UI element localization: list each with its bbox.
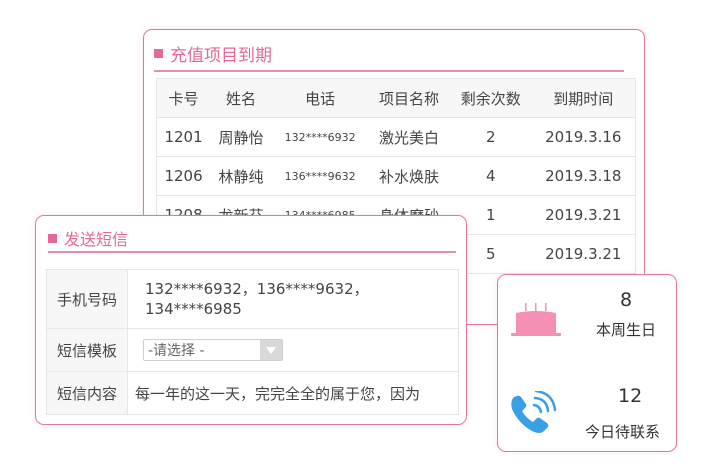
cell-name: 周静怡 <box>210 117 273 157</box>
cell-expiry: 2019.3.16 <box>531 117 636 157</box>
contact-label: 今日待联系 <box>585 423 661 441</box>
cell-phone: 136****9632 <box>272 156 369 196</box>
phone-icon <box>511 391 557 433</box>
stats-panel: 8 本周生日 12 今日待联系 <box>497 274 677 452</box>
birthday-label: 本周生日 <box>596 321 657 339</box>
cell-card-no: 1201 <box>156 117 211 157</box>
content-row: 短信内容 每一年的这一天，完完全全的属于您，因为 <box>46 371 459 415</box>
cell-project: 激光美白 <box>368 117 450 157</box>
sms-panel-title: 发送短信 <box>48 226 128 250</box>
title-divider <box>154 70 624 72</box>
cell-project: 补水焕肤 <box>368 156 450 196</box>
chevron-down-icon[interactable] <box>260 340 282 360</box>
title-square-icon <box>48 233 57 243</box>
cell-remaining: 4 <box>449 156 532 196</box>
cell-phone: 132****6932 <box>272 117 369 157</box>
birthday-cake-icon <box>511 303 561 336</box>
title-square-icon <box>154 49 163 58</box>
template-label: 短信模板 <box>46 328 128 372</box>
cell-expiry: 2019.3.18 <box>531 156 636 196</box>
template-row: 短信模板 -请选择 - <box>46 328 459 372</box>
phone-numbers-field[interactable]: 132****6932，136****9632，134****6985 <box>127 269 459 329</box>
phone-row: 手机号码 132****6932，136****9632，134****6985 <box>46 269 459 329</box>
header-phone: 电话 <box>272 78 369 118</box>
header-remaining: 剩余次数 <box>449 78 532 118</box>
cell-expiry: 2019.3.21 <box>531 234 636 274</box>
template-select[interactable]: -请选择 - <box>143 339 283 361</box>
title-divider <box>48 251 456 253</box>
sms-content-field[interactable]: 每一年的这一天，完完全全的属于您，因为 <box>127 371 459 415</box>
content-label: 短信内容 <box>46 371 128 415</box>
table-row[interactable]: 1201 周静怡 132****6932 激光美白 2 2019.3.16 <box>156 117 636 157</box>
birthday-count: 8 <box>620 289 633 311</box>
cell-expiry: 2019.3.21 <box>531 195 636 235</box>
cell-card-no: 1206 <box>156 156 211 196</box>
send-sms-panel: 发送短信 手机号码 132****6932，136****9632，134***… <box>35 215 467 425</box>
header-card-no: 卡号 <box>156 78 211 118</box>
table-row[interactable]: 1206 林静纯 136****9632 补水焕肤 4 2019.3.18 <box>156 156 636 196</box>
header-project: 项目名称 <box>368 78 450 118</box>
header-expiry: 到期时间 <box>531 78 636 118</box>
recharge-panel-title: 充值项目到期 <box>154 41 272 66</box>
table-header-row: 卡号 姓名 电话 项目名称 剩余次数 到期时间 <box>156 78 636 118</box>
header-name: 姓名 <box>210 78 273 118</box>
sms-form: 手机号码 132****6932，136****9632，134****6985… <box>46 269 459 415</box>
cell-remaining: 2 <box>449 117 532 157</box>
cell-name: 林静纯 <box>210 156 273 196</box>
phone-label: 手机号码 <box>46 269 128 329</box>
contact-count: 12 <box>618 385 643 407</box>
